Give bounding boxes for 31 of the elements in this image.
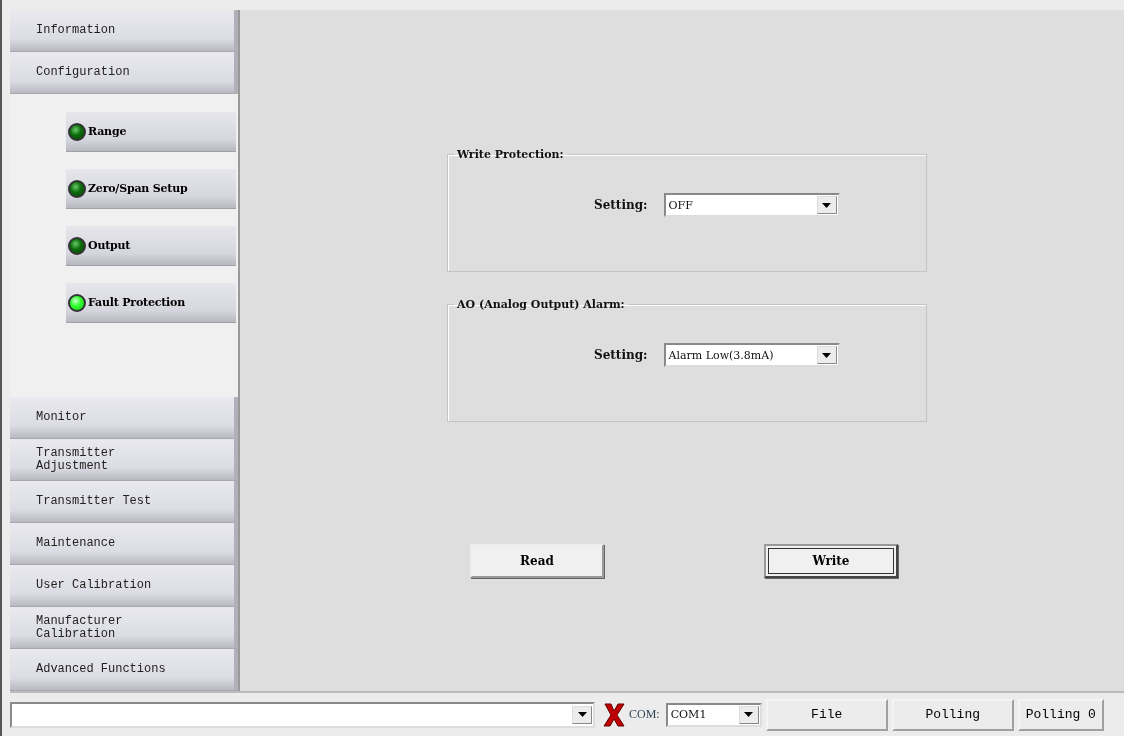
nav-button[interactable]: Transmitter Adjustment	[10, 439, 238, 481]
sub-nav-button[interactable]: Range	[66, 112, 236, 152]
status-button[interactable]: File	[765, 698, 888, 731]
setting-dropdown[interactable]: OFF	[663, 193, 840, 217]
status-button[interactable]: Polling	[891, 698, 1014, 731]
disconnected-x-icon	[603, 702, 625, 727]
setting-label: Setting:	[594, 198, 648, 212]
group-title: AO (Analog Output) Alarm:	[456, 298, 626, 311]
action-button[interactable]: Read	[470, 544, 604, 578]
nav-button[interactable]: Monitor	[10, 397, 238, 439]
nav-button[interactable]: Maintenance	[10, 523, 238, 565]
sub-nav-label: Fault Protection	[88, 296, 185, 309]
nav-button[interactable]: User Calibration	[10, 565, 238, 607]
com-label: COM:	[629, 707, 660, 722]
group-title: Write Protection:	[456, 148, 565, 161]
com-port-dropdown[interactable]: COM1	[665, 702, 762, 727]
setting-dropdown[interactable]: Alarm Low(3.8mA)	[663, 343, 840, 367]
sub-nav-label: Range	[88, 125, 127, 138]
sub-nav-button[interactable]: Zero/Span Setup	[66, 169, 236, 209]
sub-nav-button[interactable]: Fault Protection	[66, 283, 236, 323]
sub-nav-label: Zero/Span Setup	[88, 182, 188, 195]
setting-label: Setting:	[594, 348, 648, 362]
sub-nav-label: Output	[88, 239, 131, 252]
nav-button[interactable]: Information	[10, 10, 238, 52]
nav-button[interactable]: Configuration	[10, 52, 238, 94]
nav-button[interactable]: Manufacturer Calibration	[10, 607, 238, 649]
action-button[interactable]: Write	[764, 544, 898, 578]
nav-button[interactable]: Transmitter Test	[10, 481, 238, 523]
nav-button[interactable]: Advanced Functions	[10, 649, 238, 691]
status-button[interactable]: Polling 0	[1017, 698, 1104, 731]
sub-nav-button[interactable]: Output	[66, 226, 236, 266]
